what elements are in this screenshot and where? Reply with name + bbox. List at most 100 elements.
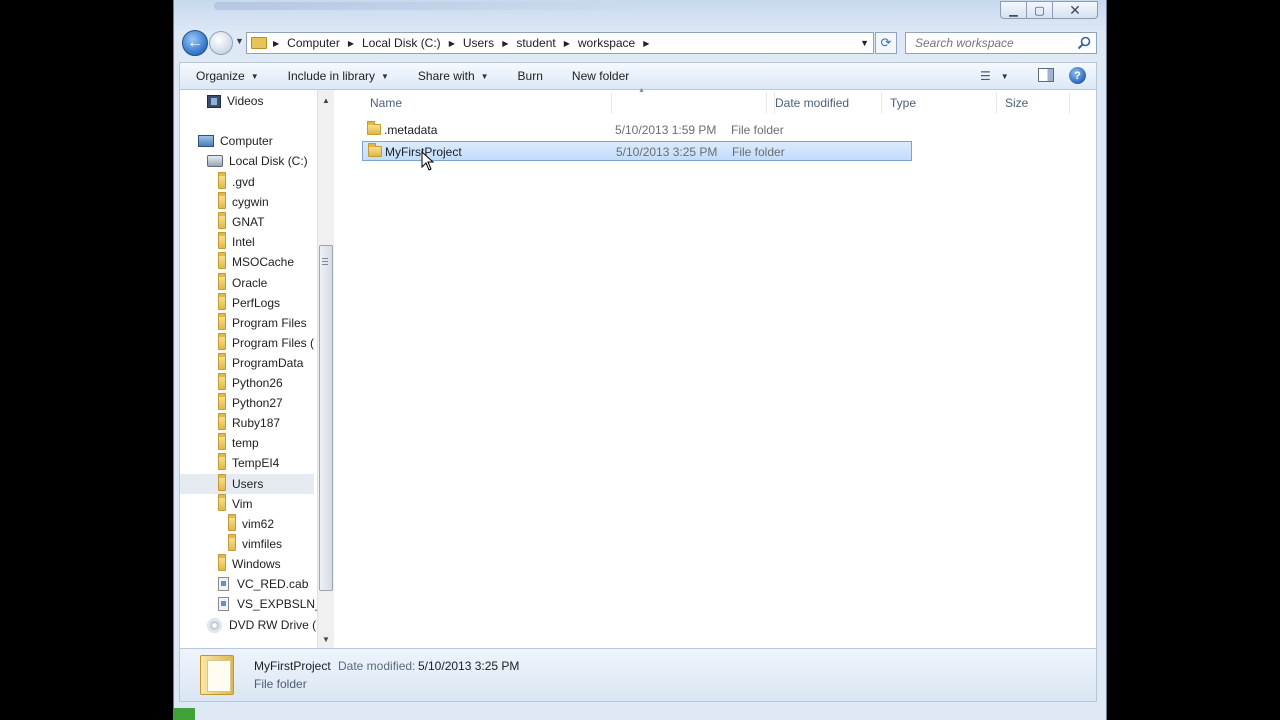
nav-item-folder[interactable]: Program Files bbox=[218, 312, 307, 333]
nav-item-dvd-drive[interactable]: DVD RW Drive (D bbox=[207, 615, 317, 635]
details-view-icon: ☰ bbox=[980, 69, 991, 83]
new-folder-button[interactable]: New folder bbox=[572, 69, 629, 83]
chevron-down-icon: ▼ bbox=[250, 71, 259, 81]
column-header-size[interactable]: Size bbox=[997, 92, 1070, 114]
minimize-button[interactable]: ▁ bbox=[1000, 1, 1027, 19]
scroll-up-icon[interactable]: ▲ bbox=[322, 96, 330, 105]
folder-icon bbox=[218, 393, 226, 411]
nav-item-folder[interactable]: Windows bbox=[218, 553, 281, 574]
search-input[interactable] bbox=[913, 35, 1073, 51]
scroll-down-icon[interactable]: ▼ bbox=[322, 635, 330, 644]
nav-item-file[interactable]: VS_EXPBSLN_x6 bbox=[218, 594, 317, 614]
nav-item-folder[interactable]: Python26 bbox=[218, 373, 283, 393]
maximize-button[interactable]: ▢ bbox=[1026, 1, 1053, 19]
nav-item-folder[interactable]: Oracle bbox=[218, 272, 267, 293]
close-button[interactable]: ✕ bbox=[1052, 1, 1098, 19]
organize-button[interactable]: Organize ▼ bbox=[196, 69, 259, 83]
file-row[interactable]: MyFirstProject 5/10/2013 3:25 PM File fold… bbox=[362, 140, 912, 161]
folder-icon bbox=[218, 413, 226, 431]
folder-icon bbox=[218, 332, 226, 350]
details-date-value: 5/10/2013 3:25 PM bbox=[418, 659, 520, 673]
nav-item-folder[interactable]: Users bbox=[180, 473, 314, 494]
refresh-button[interactable]: ⟳ bbox=[875, 32, 897, 54]
nav-item-folder[interactable]: ProgramData bbox=[218, 352, 303, 373]
folder-icon bbox=[218, 433, 226, 451]
details-name: MyFirstProject bbox=[254, 659, 331, 673]
command-bar: Organize ▼ Include in library ▼ Share with… bbox=[179, 62, 1097, 90]
nav-item-folder[interactable]: Vim bbox=[218, 493, 252, 514]
folder-icon bbox=[218, 192, 226, 210]
nav-item-folder[interactable]: Intel bbox=[218, 232, 255, 252]
nav-item-folder[interactable]: GNAT bbox=[218, 212, 264, 232]
file-date: 5/10/2013 3:25 PM bbox=[616, 144, 718, 159]
nav-item-folder[interactable]: Ruby187 bbox=[218, 413, 280, 433]
search-box[interactable] bbox=[905, 32, 1097, 54]
help-icon[interactable]: ? bbox=[1069, 67, 1086, 84]
file-type: File folder bbox=[732, 144, 785, 159]
nav-item-local-disk[interactable]: Local Disk (C:) bbox=[207, 151, 308, 171]
nav-item-folder[interactable]: .gvd bbox=[218, 172, 255, 192]
change-view-button[interactable]: ☰ ▼ bbox=[980, 69, 1009, 83]
search-icon[interactable] bbox=[1077, 36, 1091, 50]
back-arrow-icon: ← bbox=[187, 34, 203, 51]
nav-item-subfolder[interactable]: vim62 bbox=[228, 513, 274, 534]
nav-item-folder[interactable]: cygwin bbox=[218, 192, 269, 212]
sort-ascending-icon: ▲ bbox=[638, 87, 645, 94]
folder-icon bbox=[218, 473, 226, 491]
folder-icon bbox=[218, 252, 226, 270]
folder-icon bbox=[218, 352, 226, 370]
include-in-library-button[interactable]: Include in library ▼ bbox=[288, 69, 389, 83]
chevron-down-icon: ▼ bbox=[381, 71, 389, 81]
breadcrumb-local-disk[interactable]: Local Disk (C:) ▶ bbox=[362, 36, 463, 50]
details-date-label: Date modified: bbox=[338, 659, 416, 673]
nav-item-folder[interactable]: MSOCache bbox=[218, 252, 294, 272]
breadcrumb-computer[interactable]: Computer ▶ bbox=[287, 36, 362, 50]
folder-icon bbox=[251, 37, 267, 49]
folder-icon bbox=[218, 232, 226, 250]
file-type: File folder bbox=[731, 123, 784, 137]
column-header-type[interactable]: Type bbox=[882, 92, 997, 114]
navigation-pane[interactable]: Videos Computer Local Disk (C:) .gvd cygw… bbox=[180, 90, 317, 648]
explorer-window: ▁ ▢ ✕ ← ▼ ▶ Computer ▶ Local Disk (C:) ▶ U… bbox=[173, 0, 1107, 720]
nav-item-folder[interactable]: TempEI4 bbox=[218, 453, 279, 473]
computer-icon bbox=[198, 135, 214, 147]
breadcrumb-users[interactable]: Users ▶ bbox=[463, 36, 517, 50]
scrollbar-thumb[interactable] bbox=[319, 245, 333, 591]
nav-item-videos[interactable]: Videos bbox=[207, 91, 263, 111]
share-with-button[interactable]: Share with ▼ bbox=[418, 69, 489, 83]
taskbar-corner bbox=[173, 708, 195, 720]
preview-pane-icon[interactable] bbox=[1038, 68, 1054, 82]
file-row[interactable]: .metadata 5/10/2013 1:59 PM File folder bbox=[362, 120, 912, 140]
refresh-icon: ⟳ bbox=[880, 35, 892, 50]
nav-item-folder[interactable]: temp bbox=[218, 433, 259, 453]
address-dropdown-icon[interactable]: ▼ bbox=[860, 38, 869, 48]
breadcrumb-student[interactable]: student ▶ bbox=[516, 36, 578, 50]
file-icon bbox=[218, 577, 229, 591]
nav-item-folder[interactable]: PerfLogs bbox=[218, 292, 280, 313]
recent-pages-dropdown-icon[interactable]: ▼ bbox=[235, 36, 244, 46]
mouse-cursor-icon bbox=[421, 151, 435, 171]
nav-item-folder[interactable]: Python27 bbox=[218, 393, 283, 413]
folder-icon bbox=[218, 553, 226, 571]
forward-button[interactable] bbox=[209, 31, 233, 55]
video-library-icon bbox=[207, 94, 221, 108]
folder-icon bbox=[218, 212, 226, 230]
column-header-date-modified[interactable]: Date modified bbox=[766, 92, 882, 114]
back-button[interactable]: ← bbox=[182, 30, 208, 56]
burn-button[interactable]: Burn bbox=[518, 69, 543, 83]
nav-scrollbar[interactable]: ▲ ▼ bbox=[317, 90, 334, 648]
breadcrumb-root-arrow[interactable]: ▶ bbox=[273, 39, 287, 48]
nav-item-file[interactable]: VC_RED.cab bbox=[218, 574, 308, 594]
folder-icon bbox=[218, 312, 226, 330]
breadcrumb-workspace[interactable]: workspace ▶ bbox=[578, 36, 658, 50]
nav-item-computer[interactable]: Computer bbox=[198, 131, 273, 151]
dvd-drive-icon bbox=[207, 617, 222, 633]
address-bar[interactable]: ▶ Computer ▶ Local Disk (C:) ▶ Users ▶ stud… bbox=[246, 32, 874, 54]
chevron-down-icon: ▼ bbox=[480, 71, 489, 81]
file-list[interactable]: ▲ Name Date modified Type Size .metadata… bbox=[338, 87, 1098, 648]
nav-item-subfolder[interactable]: vimfiles bbox=[228, 533, 282, 554]
column-header-name[interactable]: Name bbox=[362, 92, 612, 114]
folder-icon bbox=[228, 533, 236, 551]
file-name: .metadata bbox=[384, 123, 438, 137]
nav-item-folder[interactable]: Program Files ( bbox=[218, 332, 314, 353]
